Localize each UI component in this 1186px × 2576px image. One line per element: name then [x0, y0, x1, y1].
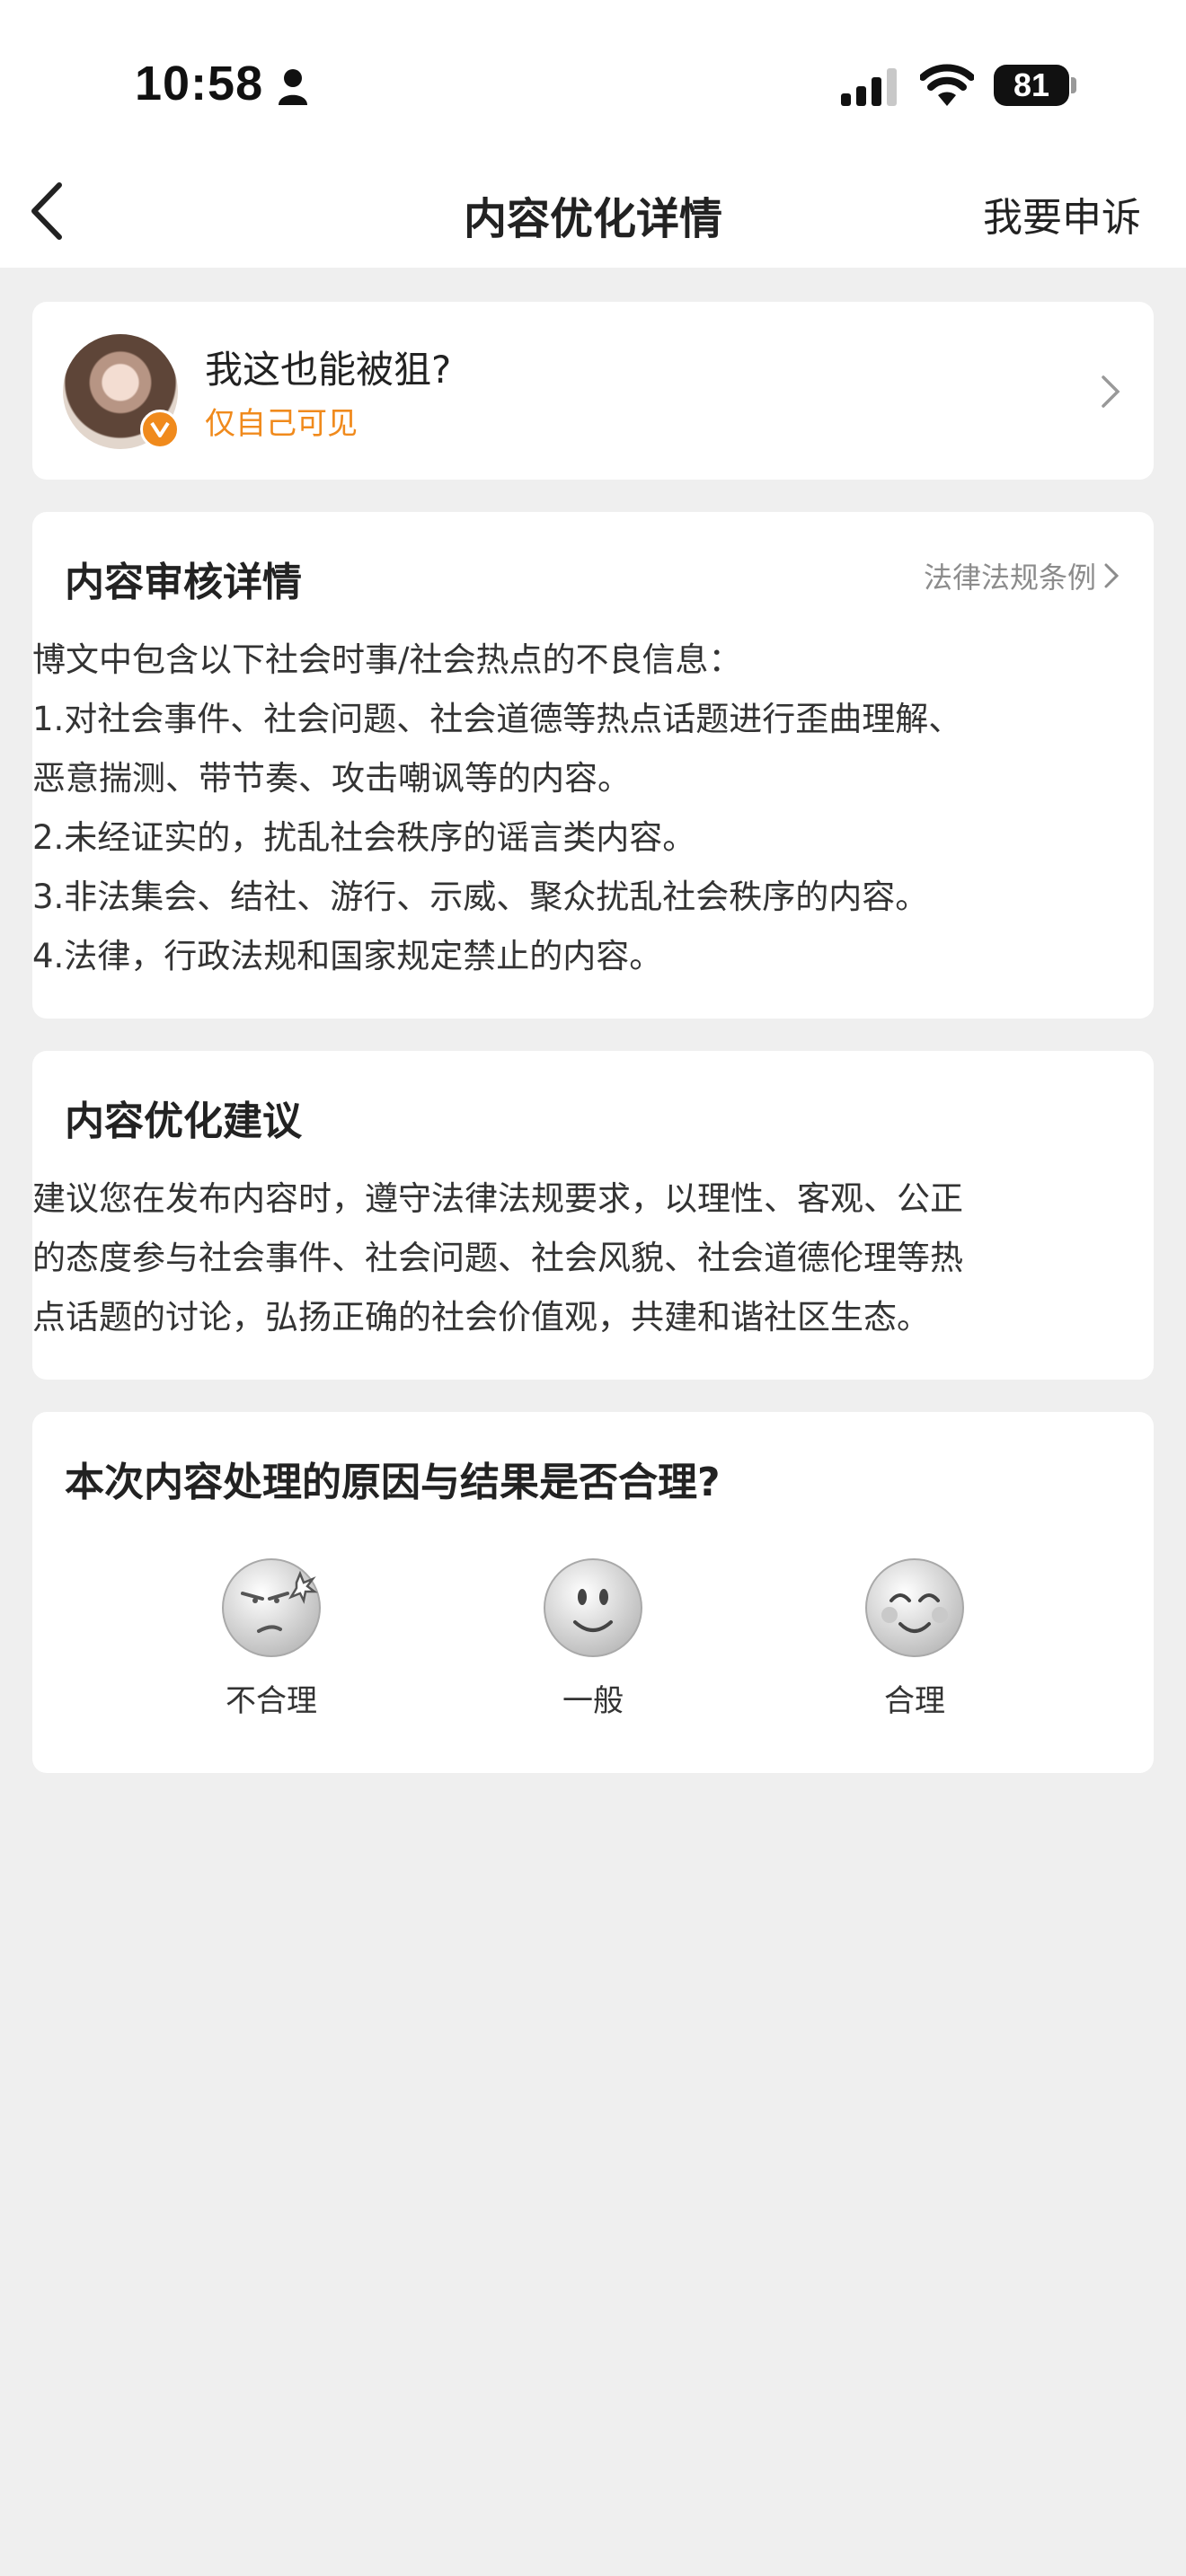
battery-indicator: 81	[994, 65, 1069, 106]
header: 10:58 81 内容优化详情 我要申诉	[0, 0, 1186, 268]
suggestion-body: 建议您在发布内容时，遵守法律法规要求，以理性、客观、公正 的态度参与社会事件、社…	[32, 1169, 1093, 1347]
visibility-status: 仅自己可见	[205, 406, 358, 442]
feedback-question: 本次内容处理的原因与结果是否合理?	[65, 1460, 721, 1505]
angry-face-icon	[222, 1558, 321, 1657]
rating-label: 一般	[562, 1683, 624, 1719]
suggestion-line: 建议您在发布内容时，遵守法律法规要求，以理性、客观、公正	[32, 1179, 963, 1218]
chevron-right-icon	[1102, 375, 1120, 408]
suggestion-heading: 内容优化建议	[65, 1098, 302, 1144]
suggestion-line: 的态度参与社会事件、社会问题、社会风貌、社会道德伦理等热	[32, 1239, 963, 1277]
rating-label: 合理	[884, 1683, 945, 1719]
law-regulations-link[interactable]: 法律法规条例	[924, 555, 1120, 596]
law-link-label: 法律法规条例	[923, 560, 1096, 595]
neutral-face-icon	[544, 1558, 642, 1657]
review-line: 恶意揣测、带节奏、攻击嘲讽等的内容。	[32, 759, 631, 798]
cellular-signal-icon	[841, 68, 897, 106]
happy-face-icon	[865, 1558, 964, 1657]
wifi-icon	[920, 64, 974, 106]
review-line: 2.未经证实的，扰乱社会秩序的谣言类内容。	[32, 818, 696, 857]
appeal-button[interactable]: 我要申诉	[983, 185, 1141, 243]
post-card[interactable]: 我这也能被狙? 仅自己可见	[32, 302, 1154, 480]
rating-reasonable-button[interactable]: 合理	[834, 1557, 996, 1720]
post-title: 我这也能被狙?	[205, 348, 452, 392]
battery-level: 81	[1013, 66, 1050, 103]
review-line: 博文中包含以下社会时事/社会热点的不良信息：	[32, 640, 742, 679]
review-body: 博文中包含以下社会时事/社会热点的不良信息： 1.对社会事件、社会问题、社会道德…	[32, 631, 1093, 986]
rating-neutral-button[interactable]: 一般	[512, 1557, 674, 1720]
rating-unreasonable-button[interactable]: 不合理	[190, 1557, 352, 1720]
battery-cap	[1071, 77, 1076, 93]
suggestion-line: 点话题的讨论，弘扬正确的社会价值观，共建和谐社区生态。	[32, 1298, 930, 1337]
status-time: 10:58	[135, 57, 264, 110]
rating-label: 不合理	[226, 1683, 317, 1719]
person-icon	[279, 69, 307, 105]
review-line: 1.对社会事件、社会问题、社会道德等热点话题进行歪曲理解、	[32, 700, 962, 738]
review-line: 4.法律，行政法规和国家规定禁止的内容。	[32, 937, 663, 975]
verified-badge-icon	[140, 410, 180, 449]
review-heading: 内容审核详情	[65, 560, 302, 605]
review-line: 3.非法集会、结社、游行、示威、聚众扰乱社会秩序的内容。	[32, 878, 929, 916]
chevron-right-icon	[1104, 563, 1120, 588]
